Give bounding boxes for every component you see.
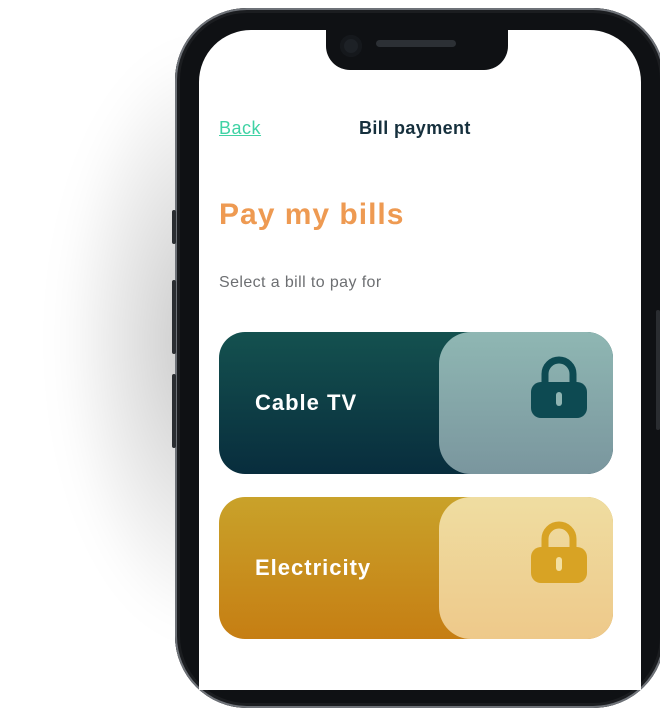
power-button [656, 310, 660, 430]
bill-card-cable-tv[interactable]: Cable TV [219, 332, 613, 474]
mute-switch [172, 210, 176, 244]
bill-card-icon-panel [439, 497, 613, 639]
lock-icon [531, 356, 587, 418]
volume-down-button [172, 374, 176, 448]
bill-card-icon-panel [439, 332, 613, 474]
back-link[interactable]: Back [219, 118, 261, 139]
page-subtitle: Select a bill to pay for [219, 274, 382, 291]
camera-icon [340, 35, 362, 57]
bill-card-electricity[interactable]: Electricity [219, 497, 613, 639]
bill-card-label: Electricity [255, 555, 372, 580]
page-title: Pay my bills [219, 198, 405, 231]
speaker-grille [376, 40, 456, 47]
nav-title: Bill payment [359, 118, 471, 138]
phone-screen: Back Bill payment Pay my bills Select a … [199, 30, 641, 690]
lock-icon [531, 521, 587, 583]
notch [326, 30, 508, 70]
bill-card-label: Cable TV [255, 390, 358, 415]
volume-up-button [172, 280, 176, 354]
